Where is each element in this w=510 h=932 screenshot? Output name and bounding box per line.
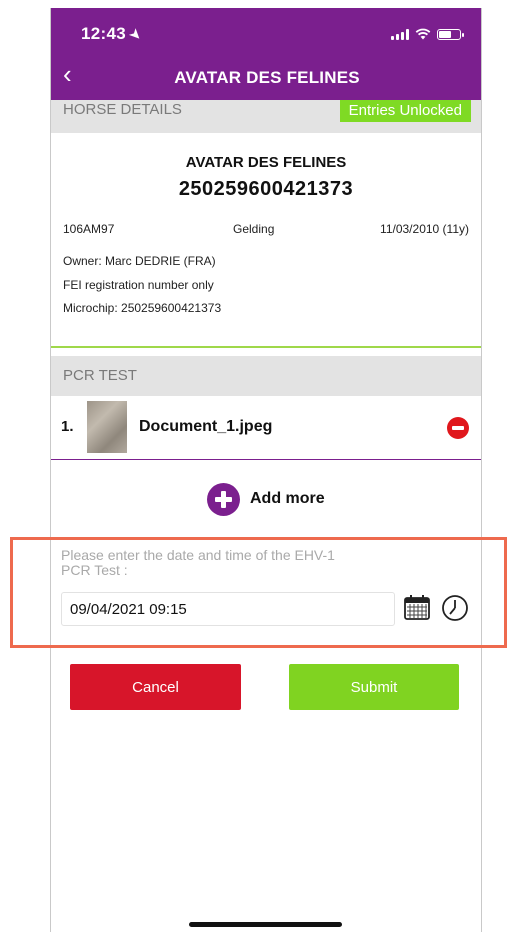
document-index: 1. [61, 418, 74, 435]
plus-icon [207, 482, 240, 516]
document-name: Document_1.jpeg [139, 418, 273, 435]
horse-details-header: HORSE DETAILS Entries Unlocked [51, 100, 481, 133]
owner-text: Owner: Marc DEDRIE (FRA) [63, 254, 216, 268]
horse-code: 106AM97 [63, 222, 115, 236]
pcr-test-header: PCR TEST [51, 356, 481, 396]
microchip-text: Microchip: 250259600421373 [63, 301, 222, 315]
section-divider [51, 346, 481, 348]
document-thumbnail[interactable] [87, 401, 127, 453]
fei-registration-text: FEI registration number only [63, 278, 214, 292]
wifi-icon [415, 28, 431, 40]
battery-icon [437, 28, 464, 40]
horse-birth-date: 11/03/2010 (11y) [380, 222, 469, 236]
horse-name: AVATAR DES FELINES [185, 154, 347, 171]
home-indicator [189, 922, 342, 927]
remove-icon[interactable] [447, 417, 469, 439]
horse-sex: Gelding [233, 222, 275, 236]
phone-screen: 12:43➤ ‹ AVATAR DES FELINES HORSE DETAIL… [50, 8, 482, 932]
location-arrow-icon: ➤ [126, 25, 146, 44]
nav-title: AVATAR DES FELINES [174, 68, 360, 87]
add-more-button[interactable]: Add more [207, 482, 325, 516]
top-bar: 12:43➤ ‹ AVATAR DES FELINES [51, 8, 481, 100]
horse-details-header-label: HORSE DETAILS [63, 101, 182, 118]
submit-button[interactable]: Submit [289, 664, 459, 710]
status-icons [391, 28, 464, 40]
horse-id: 250259600421373 [178, 178, 354, 200]
document-row[interactable]: 1. Document_1.jpeg [51, 396, 481, 460]
entries-status-badge: Entries Unlocked [339, 100, 471, 122]
status-time-label: 12:43 [81, 24, 126, 43]
add-more-label: Add more [250, 490, 325, 507]
cancel-button[interactable]: Cancel [70, 664, 241, 710]
signal-icon [391, 28, 409, 40]
status-time: 12:43➤ [81, 24, 145, 44]
horse-summary-row: 106AM97 Gelding 11/03/2010 (11y) [63, 222, 469, 238]
highlight-box [10, 537, 507, 648]
